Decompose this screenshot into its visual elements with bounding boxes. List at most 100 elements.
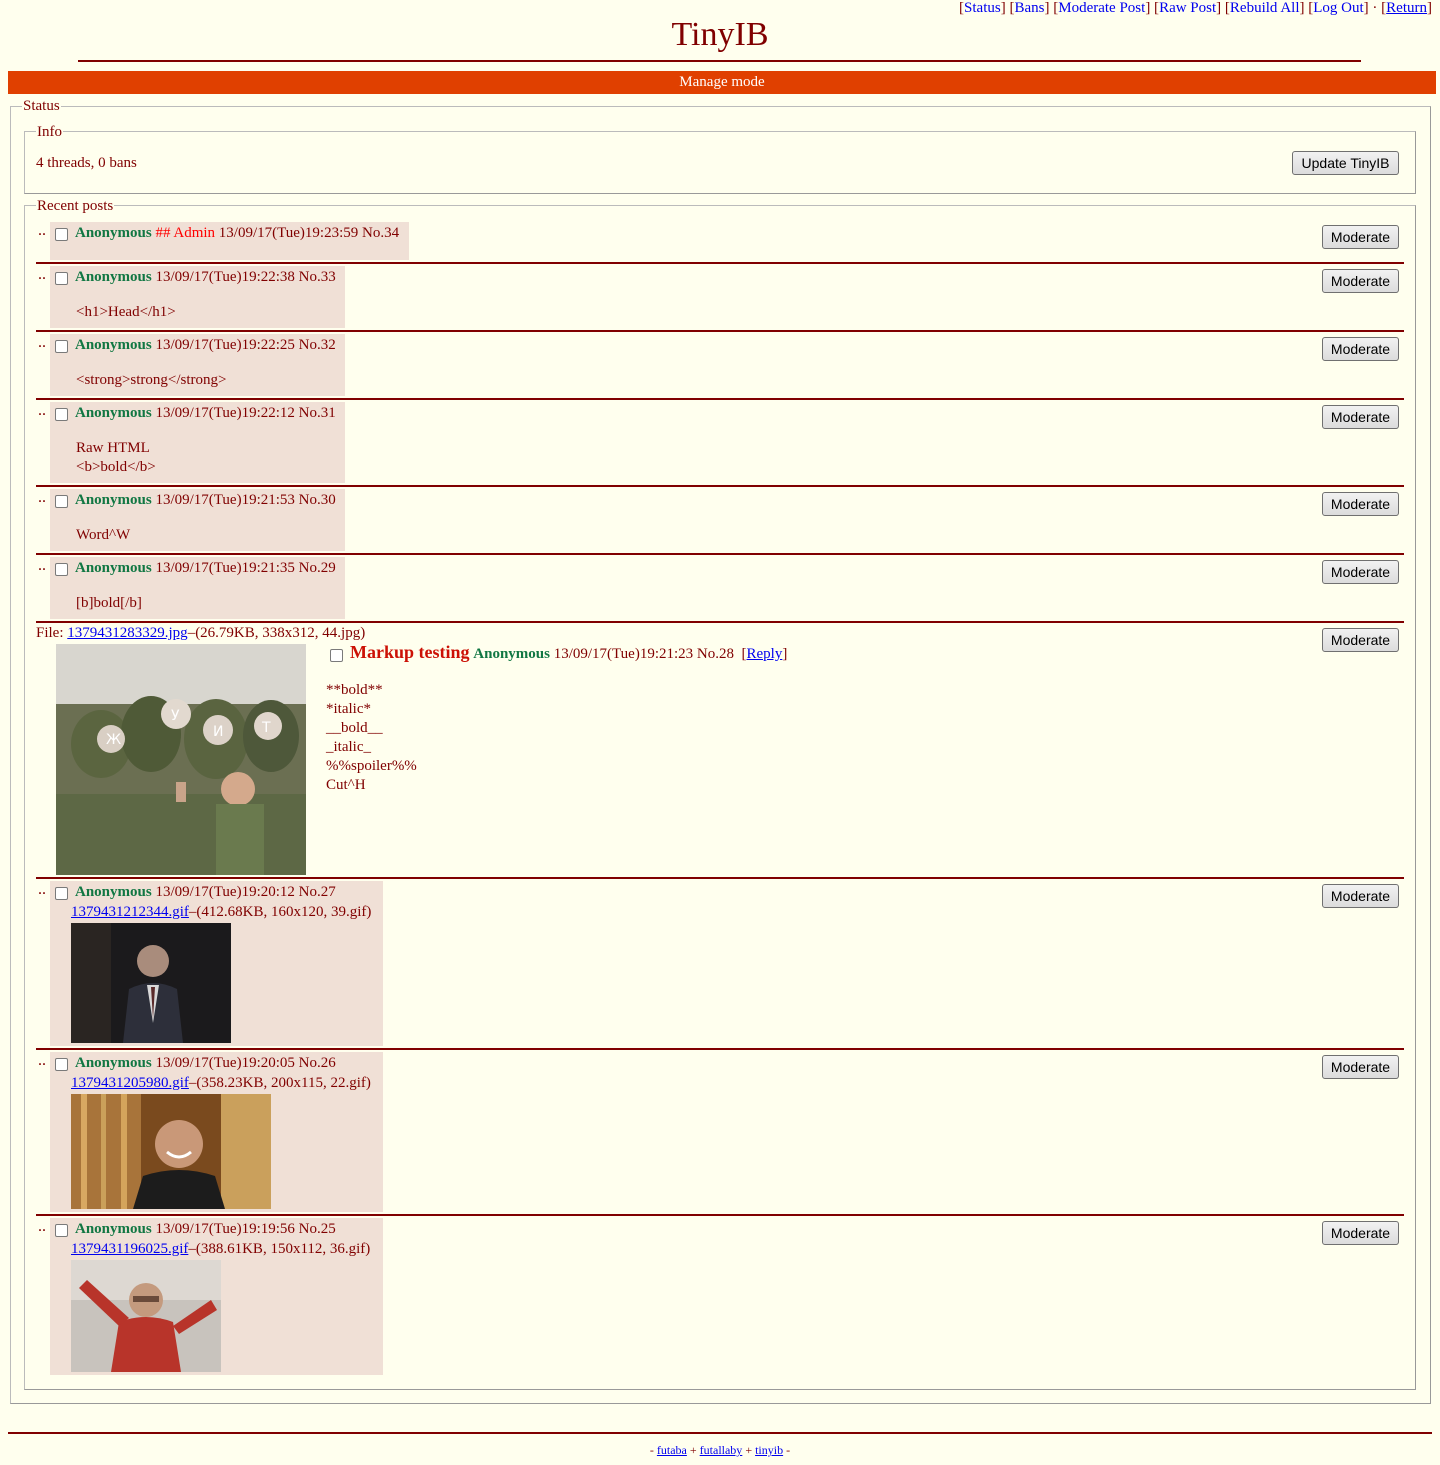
- file-details: –(412.68KB, 160x120, 39.gif): [188, 904, 372, 920]
- moderate-button[interactable]: Moderate: [1322, 492, 1399, 516]
- post-divider: [36, 621, 1404, 623]
- post-header: Anonymous 13/09/17(Tue)19:22:25 No.32: [75, 336, 336, 354]
- reply-marker: ··: [38, 1057, 47, 1071]
- post-number: No.30: [298, 492, 336, 508]
- bans-link[interactable]: Bans: [1014, 0, 1044, 16]
- post-number: No.34: [362, 225, 400, 241]
- moderate-button[interactable]: Moderate: [1322, 225, 1399, 249]
- post-date: 13/09/17(Tue)19:22:25: [155, 337, 295, 353]
- update-tinyib-button[interactable]: Update TinyIB: [1292, 151, 1399, 175]
- reply-link[interactable]: Reply: [747, 646, 783, 662]
- file-details: –(388.61KB, 150x112, 36.gif): [188, 1241, 371, 1257]
- footer: - futaba + futallaby + tinyib -: [649, 1443, 791, 1457]
- return-link[interactable]: Return: [1386, 0, 1427, 16]
- file-link[interactable]: 1379431205980.gif: [71, 1075, 189, 1091]
- post-checkbox[interactable]: [55, 563, 68, 576]
- op-thumbnail-image[interactable]: Ж У И Т: [56, 644, 306, 875]
- poster-name: Anonymous: [75, 884, 152, 900]
- info-text: 4 threads, 0 bans: [36, 155, 137, 171]
- recent-posts-legend: Recent posts: [36, 198, 115, 214]
- moderate-button[interactable]: Moderate: [1322, 628, 1399, 652]
- post-thumbnail-image[interactable]: [71, 1260, 221, 1372]
- file-info: 1379431205980.gif–(358.23KB, 200x115, 22…: [71, 1074, 371, 1092]
- poster-name: Anonymous: [75, 269, 152, 285]
- poster-name: Anonymous: [75, 225, 152, 241]
- post-header: Anonymous 13/09/17(Tue)19:20:05 No.26: [75, 1054, 336, 1072]
- post-divider: [36, 1048, 1404, 1050]
- moderate-button[interactable]: Moderate: [1322, 1055, 1399, 1079]
- post-divider: [36, 553, 1404, 555]
- post-checkbox[interactable]: [55, 887, 68, 900]
- raw-post-link[interactable]: Raw Post: [1159, 0, 1216, 16]
- post-header: Anonymous 13/09/17(Tue)19:21:53 No.30: [75, 491, 336, 509]
- svg-text:И: И: [213, 724, 223, 740]
- page-title: TinyIB: [671, 16, 769, 53]
- file-link[interactable]: 1379431283329.jpg: [67, 625, 187, 641]
- moderate-button[interactable]: Moderate: [1322, 884, 1399, 908]
- post-checkbox[interactable]: [55, 1058, 68, 1071]
- info-legend: Info: [36, 124, 63, 140]
- status-link[interactable]: Status: [964, 0, 1001, 16]
- file-link[interactable]: 1379431212344.gif: [71, 904, 189, 920]
- moderate-button[interactable]: Moderate: [1322, 269, 1399, 293]
- post-message: Raw HTML <b>bold</b>: [76, 440, 156, 475]
- status-legend: Status: [22, 98, 61, 114]
- file-label: File:: [36, 625, 68, 641]
- moderate-button[interactable]: Moderate: [1322, 560, 1399, 584]
- rebuild-all-link[interactable]: Rebuild All: [1230, 0, 1300, 16]
- footer-link-futaba[interactable]: futaba: [657, 1443, 687, 1457]
- post-checkbox[interactable]: [55, 340, 68, 353]
- post-thumbnail-image[interactable]: [71, 1094, 271, 1209]
- poster-name: Anonymous: [75, 1221, 152, 1237]
- footer-link-tinyib[interactable]: tinyib: [755, 1443, 783, 1457]
- post-divider: [36, 330, 1404, 332]
- file-info: File: 1379431283329.jpg–(26.79KB, 338x31…: [36, 624, 365, 642]
- post-checkbox[interactable]: [55, 1224, 68, 1237]
- post-date: 13/09/17(Tue)19:21:53: [155, 492, 295, 508]
- info-fieldset: [24, 131, 1416, 194]
- poster-name: Anonymous: [75, 492, 152, 508]
- post-checkbox[interactable]: [330, 649, 343, 662]
- post-divider: [36, 398, 1404, 400]
- file-info: 1379431196025.gif–(388.61KB, 150x112, 36…: [71, 1240, 370, 1258]
- post-number: No.32: [298, 337, 336, 353]
- reply-marker: ··: [38, 227, 47, 241]
- post-number: No.25: [298, 1221, 336, 1237]
- post-message: <strong>strong</strong>: [76, 372, 227, 388]
- post-number: No.28: [696, 646, 735, 662]
- post-date: 13/09/17(Tue)19:23:59: [218, 225, 359, 241]
- poster-name: Anonymous: [75, 1055, 152, 1071]
- post-divider: [36, 877, 1404, 879]
- moderate-button[interactable]: Moderate: [1322, 405, 1399, 429]
- post-date: 13/09/17(Tue)19:21:23: [553, 646, 694, 662]
- moderate-button[interactable]: Moderate: [1322, 1221, 1399, 1245]
- post-thumbnail-image[interactable]: [71, 923, 231, 1043]
- post-message: **bold** *italic* __bold__ _italic_ %%sp…: [326, 682, 417, 793]
- reply-marker: ··: [38, 339, 47, 353]
- file-link[interactable]: 1379431196025.gif: [71, 1241, 188, 1257]
- post-date: 13/09/17(Tue)19:21:35: [155, 560, 295, 576]
- post-divider: [36, 1214, 1404, 1216]
- post-checkbox[interactable]: [55, 228, 68, 241]
- post-date: 13/09/17(Tue)19:20:05: [155, 1055, 295, 1071]
- reply-marker: ··: [38, 494, 47, 508]
- poster-name: Anonymous: [75, 405, 152, 421]
- post-date: 13/09/17(Tue)19:22:12: [155, 405, 295, 421]
- reply-marker: ··: [38, 271, 47, 285]
- post-checkbox[interactable]: [55, 272, 68, 285]
- post-checkbox[interactable]: [55, 495, 68, 508]
- post-message: [b]bold[/b]: [76, 595, 142, 611]
- moderate-button[interactable]: Moderate: [1322, 337, 1399, 361]
- moderate-post-link[interactable]: Moderate Post: [1058, 0, 1145, 16]
- post-date: 13/09/17(Tue)19:22:38: [155, 269, 295, 285]
- post-checkbox[interactable]: [55, 408, 68, 421]
- file-info: 1379431212344.gif–(412.68KB, 160x120, 39…: [71, 903, 371, 921]
- poster-name: Anonymous: [75, 560, 152, 576]
- log-out-link[interactable]: Log Out: [1313, 0, 1363, 16]
- post-number: No.29: [298, 560, 336, 576]
- title-divider: [78, 60, 1361, 62]
- footer-link-futallaby[interactable]: futallaby: [700, 1443, 743, 1457]
- post-message: <h1>Head</h1>: [76, 304, 176, 320]
- manage-mode-banner: Manage mode: [8, 71, 1436, 94]
- reply-marker: ··: [38, 886, 47, 900]
